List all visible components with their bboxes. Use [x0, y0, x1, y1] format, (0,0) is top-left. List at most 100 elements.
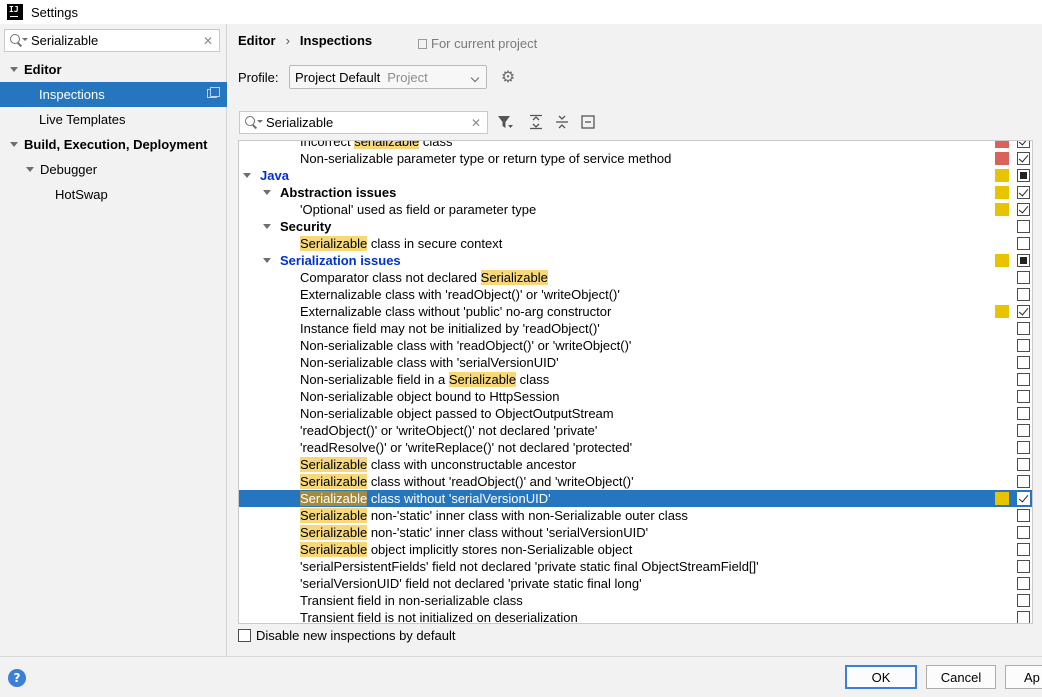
sidebar-item-build-execution-deployment[interactable]: Build, Execution, Deployment [0, 132, 227, 157]
inspection-row[interactable]: Non-serializable parameter type or retur… [239, 150, 1032, 167]
reset-to-default-icon[interactable] [580, 114, 596, 130]
sidebar-item-editor[interactable]: Editor [0, 57, 227, 82]
inspection-row[interactable]: 'serialVersionUID' field not declared 'p… [239, 575, 1032, 592]
inspection-enabled-checkbox[interactable] [1017, 271, 1030, 284]
inspection-enabled-checkbox[interactable] [1017, 305, 1030, 318]
profile-dropdown[interactable]: Project Default Project [289, 65, 487, 89]
inspection-enabled-checkbox[interactable] [1017, 458, 1030, 471]
breadcrumb-inspections: Inspections [299, 33, 373, 48]
inspection-search-field[interactable]: Serializable ✕ [239, 111, 488, 134]
inspection-row[interactable]: Non-serializable object passed to Object… [239, 405, 1032, 422]
inspection-row[interactable]: Externalizable class with 'readObject()'… [239, 286, 1032, 303]
inspection-enabled-checkbox[interactable] [1017, 141, 1030, 148]
inspection-group-row[interactable]: Security [239, 218, 1032, 235]
search-icon[interactable] [9, 33, 28, 49]
inspection-row[interactable]: Serializable non-'static' inner class wi… [239, 524, 1032, 541]
inspection-enabled-checkbox[interactable] [1017, 390, 1030, 403]
clear-search-icon[interactable]: ✕ [203, 34, 213, 48]
collapse-all-icon[interactable] [554, 114, 570, 130]
inspection-text: Non-serializable field in a [300, 372, 449, 387]
inspection-enabled-checkbox[interactable] [1017, 339, 1030, 352]
inspection-row[interactable]: Non-serializable class with 'readObject(… [239, 337, 1032, 354]
inspection-row[interactable]: Transient field in non-serializable clas… [239, 592, 1032, 609]
inspection-row[interactable]: Transient field is not initialized on de… [239, 609, 1032, 623]
inspection-row[interactable]: Instance field may not be initialized by… [239, 320, 1032, 337]
gear-icon[interactable]: ⚙ [500, 69, 516, 85]
inspection-row[interactable]: Serializable non-'static' inner class wi… [239, 507, 1032, 524]
inspection-row[interactable]: Non-serializable field in a Serializable… [239, 371, 1032, 388]
inspection-enabled-checkbox[interactable] [1017, 322, 1030, 335]
inspection-enabled-checkbox[interactable] [1017, 560, 1030, 573]
inspection-enabled-checkbox[interactable] [1017, 356, 1030, 369]
sidebar-item-inspections[interactable]: Inspections [0, 82, 227, 107]
expand-arrow-icon[interactable] [263, 258, 271, 263]
inspection-enabled-checkbox[interactable] [1017, 203, 1030, 216]
inspection-row[interactable]: Non-serializable object bound to HttpSes… [239, 388, 1032, 405]
inspection-row[interactable]: Incorrect serializable class [239, 141, 1032, 150]
inspection-enabled-checkbox[interactable] [1017, 492, 1030, 505]
inspection-enabled-checkbox[interactable] [1017, 577, 1030, 590]
inspection-group-row[interactable]: Java [239, 167, 1032, 184]
inspection-enabled-checkbox[interactable] [1017, 373, 1030, 386]
inspection-row[interactable]: Serializable class in secure context [239, 235, 1032, 252]
inspection-text: Instance field may not be initialized by… [300, 321, 600, 336]
inspection-row[interactable]: Externalizable class without 'public' no… [239, 303, 1032, 320]
expand-arrow-icon[interactable] [26, 167, 34, 172]
inspection-group-row[interactable]: Serialization issues [239, 252, 1032, 269]
inspection-row[interactable]: Serializable class without 'readObject()… [239, 473, 1032, 490]
inspection-enabled-checkbox[interactable] [1017, 237, 1030, 250]
inspection-row[interactable]: Comparator class not declared Serializab… [239, 269, 1032, 286]
inspection-enabled-checkbox[interactable] [1017, 220, 1030, 233]
inspection-enabled-checkbox[interactable] [1017, 152, 1030, 165]
inspection-text: Non-serializable class with 'serialVersi… [300, 355, 559, 370]
inspection-group-row[interactable]: Abstraction issues [239, 184, 1032, 201]
expand-all-icon[interactable] [528, 114, 544, 130]
inspection-enabled-checkbox[interactable] [1017, 594, 1030, 607]
inspection-enabled-checkbox[interactable] [1017, 475, 1030, 488]
ok-button[interactable]: OK [845, 665, 917, 689]
inspection-enabled-checkbox[interactable] [1017, 441, 1030, 454]
expand-arrow-icon[interactable] [263, 224, 271, 229]
inspection-enabled-checkbox[interactable] [1017, 509, 1030, 522]
expand-arrow-icon[interactable] [243, 173, 251, 178]
filter-icon[interactable] [497, 114, 513, 130]
expand-arrow-icon[interactable] [263, 190, 271, 195]
breadcrumb-editor[interactable]: Editor [238, 33, 276, 48]
inspection-label: Serialization issues [280, 252, 401, 269]
sidebar-item-debugger[interactable]: Debugger [0, 157, 227, 182]
disable-new-inspections-checkbox[interactable] [238, 629, 251, 642]
inspection-enabled-checkbox[interactable] [1017, 288, 1030, 301]
inspection-row[interactable]: Serializable class without 'serialVersio… [239, 490, 1032, 507]
inspection-row[interactable]: 'Optional' used as field or parameter ty… [239, 201, 1032, 218]
expand-arrow-icon[interactable] [10, 67, 18, 72]
inspection-row[interactable]: 'serialPersistentFields' field not decla… [239, 558, 1032, 575]
inspection-enabled-checkbox[interactable] [1017, 254, 1030, 267]
sidebar-search-value[interactable]: Serializable [31, 33, 98, 48]
inspection-enabled-checkbox[interactable] [1017, 186, 1030, 199]
expand-arrow-icon[interactable] [10, 142, 18, 147]
inspection-enabled-checkbox[interactable] [1017, 169, 1030, 182]
disable-new-inspections-label: Disable new inspections by default [256, 628, 456, 643]
inspection-row[interactable]: Serializable object implicitly stores no… [239, 541, 1032, 558]
inspection-enabled-checkbox[interactable] [1017, 407, 1030, 420]
inspection-enabled-checkbox[interactable] [1017, 543, 1030, 556]
clear-search-icon[interactable]: ✕ [471, 116, 481, 130]
inspection-enabled-checkbox[interactable] [1017, 424, 1030, 437]
inspection-row[interactable]: 'readObject()' or 'writeObject()' not de… [239, 422, 1032, 439]
inspection-row[interactable]: 'readResolve()' or 'writeReplace()' not … [239, 439, 1032, 456]
inspection-enabled-checkbox[interactable] [1017, 526, 1030, 539]
cancel-button[interactable]: Cancel [926, 665, 996, 689]
sidebar-item-hotswap[interactable]: HotSwap [0, 182, 227, 207]
apply-button[interactable]: Ap [1005, 665, 1042, 689]
inspections-tree[interactable]: Incorrect serializable class Non-serializ… [238, 140, 1033, 624]
help-icon[interactable]: ? [8, 669, 26, 687]
disable-new-inspections-option[interactable]: Disable new inspections by default [238, 628, 455, 643]
inspection-enabled-checkbox[interactable] [1017, 611, 1030, 623]
inspection-label: Serializable class with unconstructable … [300, 456, 576, 473]
sidebar-search-field[interactable]: Serializable ✕ [4, 29, 220, 52]
inspection-row[interactable]: Serializable class with unconstructable … [239, 456, 1032, 473]
search-icon[interactable] [244, 115, 263, 131]
inspection-search-value[interactable]: Serializable [266, 115, 333, 130]
inspection-row[interactable]: Non-serializable class with 'serialVersi… [239, 354, 1032, 371]
sidebar-item-live-templates[interactable]: Live Templates [0, 107, 227, 132]
